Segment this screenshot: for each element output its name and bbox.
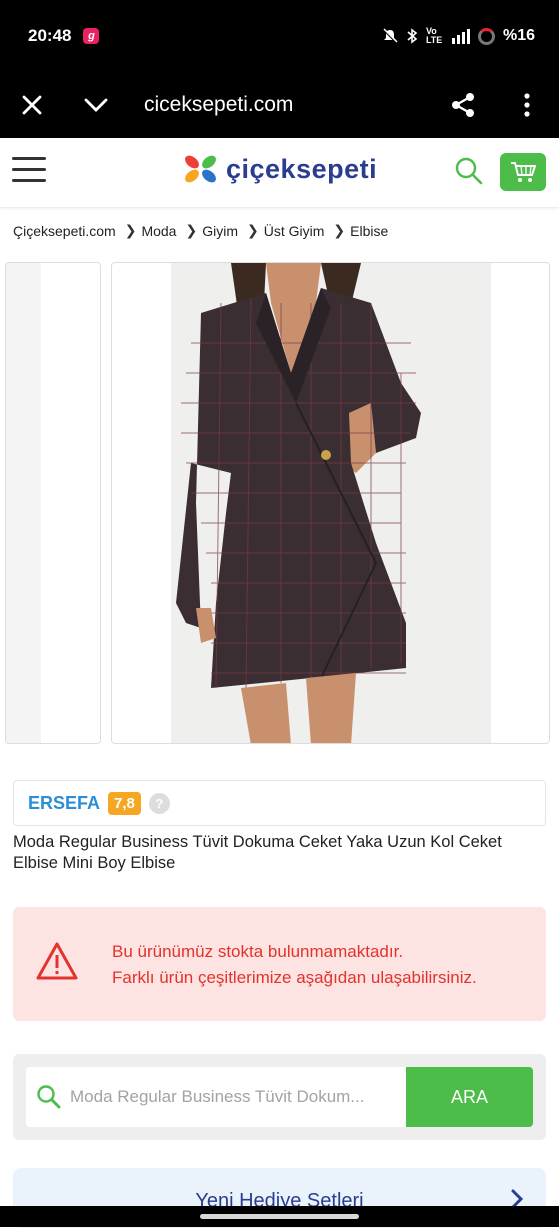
status-bar: 20:48 g Vo LTE %16 bbox=[0, 0, 559, 72]
more-vert-icon bbox=[524, 93, 530, 117]
signal-icon bbox=[451, 29, 470, 44]
status-icons: Vo LTE %16 bbox=[382, 27, 535, 45]
close-icon bbox=[22, 95, 42, 115]
more-options-button[interactable] bbox=[495, 72, 559, 138]
share-icon bbox=[452, 93, 474, 117]
breadcrumb-item-elbise[interactable]: Elbise bbox=[350, 223, 388, 239]
status-time: 20:48 bbox=[28, 26, 72, 45]
battery-ring-icon bbox=[477, 27, 495, 45]
warning-icon bbox=[36, 942, 78, 980]
search-icon bbox=[37, 1085, 61, 1109]
flower-logo-icon bbox=[185, 155, 216, 183]
breadcrumb-item-ust-giyim[interactable]: Üst Giyim bbox=[264, 223, 325, 239]
chevron-right-icon: ❯ bbox=[333, 222, 346, 238]
share-button[interactable] bbox=[431, 72, 495, 138]
collapse-button[interactable] bbox=[64, 72, 128, 138]
app-notification-icon: g bbox=[83, 28, 100, 44]
cart-button[interactable] bbox=[500, 153, 546, 191]
alert-line-2: Farklı ürün çeşitlerimize aşağıdan ulaşa… bbox=[112, 968, 477, 987]
product-photo bbox=[171, 263, 491, 743]
out-of-stock-alert: Bu ürünümüz stokta bulunmamaktadır. Fark… bbox=[13, 907, 546, 1021]
bluetooth-icon bbox=[407, 28, 418, 44]
seller-name[interactable]: ERSEFA bbox=[28, 793, 100, 814]
alert-line-1: Bu ürünümüz stokta bulunmamaktadır. bbox=[112, 942, 404, 961]
system-nav-bar bbox=[0, 1206, 559, 1227]
product-image-main[interactable] bbox=[111, 262, 550, 744]
browser-toolbar: ciceksepeti.com bbox=[0, 72, 559, 138]
site-logo[interactable]: çiçeksepeti bbox=[182, 152, 377, 186]
site-header: çiçeksepeti bbox=[0, 138, 559, 208]
alert-message: Bu ürünümüz stokta bulunmamaktadır. Fark… bbox=[112, 939, 477, 991]
product-title: Moda Regular Business Tüvit Dokuma Ceket… bbox=[13, 833, 502, 872]
breadcrumb-item-moda[interactable]: Moda bbox=[141, 223, 176, 239]
help-icon[interactable]: ? bbox=[148, 792, 170, 814]
similar-search-panel: ARA bbox=[13, 1054, 546, 1140]
seller-score-badge: 7,8 bbox=[108, 791, 141, 815]
search-submit-button[interactable]: ARA bbox=[406, 1067, 533, 1127]
logo-wordmark: çiçeksepeti bbox=[226, 153, 378, 184]
breadcrumb-item-giyim[interactable]: Giyim bbox=[202, 223, 238, 239]
chevron-right-icon: ❯ bbox=[124, 222, 137, 238]
hamburger-line bbox=[12, 168, 46, 171]
chevron-right-icon: ❯ bbox=[185, 222, 198, 238]
search-icon bbox=[455, 157, 483, 185]
close-button[interactable] bbox=[0, 72, 64, 138]
chevron-right-icon: ❯ bbox=[246, 222, 259, 238]
chevron-down-icon bbox=[84, 98, 108, 112]
search-field-wrapper bbox=[26, 1067, 406, 1127]
mute-icon bbox=[383, 28, 398, 43]
cart-icon bbox=[511, 162, 536, 182]
hamburger-line bbox=[12, 157, 46, 160]
product-image-previous[interactable] bbox=[5, 262, 101, 744]
hamburger-line bbox=[12, 179, 46, 182]
breadcrumb: Çiçeksepeti.com ❯ Moda ❯ Giyim ❯ Üst Giy… bbox=[13, 222, 388, 239]
url-text[interactable]: ciceksepeti.com bbox=[144, 93, 431, 117]
dress-photo bbox=[171, 263, 491, 743]
battery-level: %16 bbox=[502, 27, 535, 44]
breadcrumb-item-home[interactable]: Çiçeksepeti.com bbox=[13, 223, 116, 239]
seller-info[interactable]: ERSEFA 7,8 ? bbox=[13, 780, 546, 826]
network-type: Vo LTE bbox=[425, 26, 443, 45]
menu-button[interactable] bbox=[12, 157, 46, 185]
previous-image-area bbox=[41, 263, 100, 743]
search-input[interactable] bbox=[70, 1087, 390, 1107]
home-gesture-handle[interactable] bbox=[200, 1214, 359, 1219]
header-search-button[interactable] bbox=[454, 156, 484, 186]
